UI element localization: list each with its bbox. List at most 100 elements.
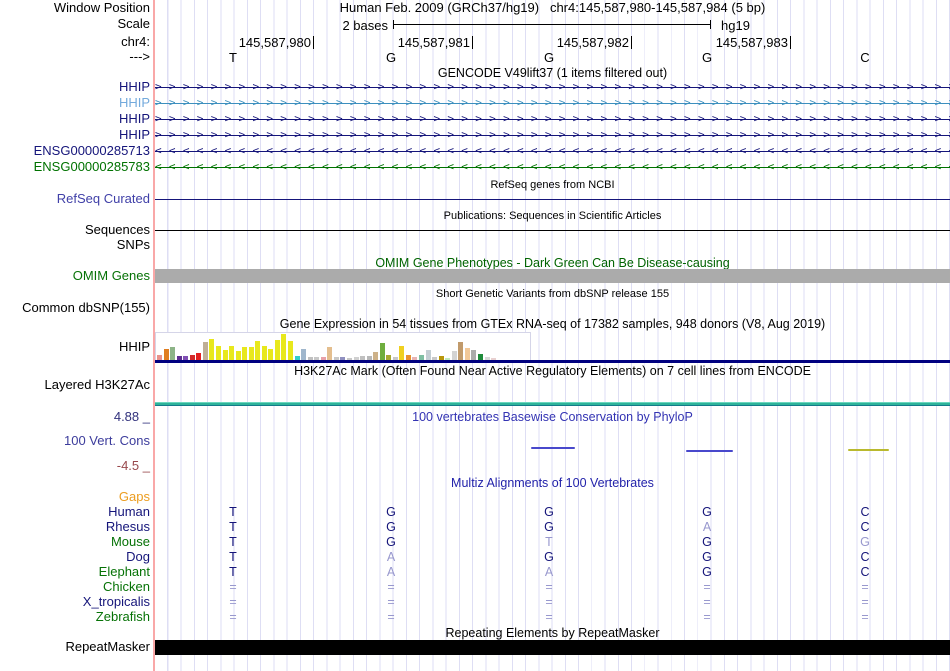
gtex-tissue-bar[interactable] [274,340,280,360]
transcript-direction-arrows[interactable]: <<<<<<<<<<<<<<<<<<<<<<<<<<<<<<<<<<<<<<<<… [155,143,950,159]
gtex-tissue-bar[interactable] [340,357,346,360]
gtex-tissue-bar[interactable] [438,356,444,360]
gencode-item-label[interactable]: HHIP [119,80,150,94]
gtex-tissue-bar[interactable] [412,357,418,360]
transcript-direction-arrows[interactable]: >>>>>>>>>>>>>>>>>>>>>>>>>>>>>>>>>>>>>>>>… [155,79,950,95]
refseq-curated-label[interactable]: RefSeq Curated [57,192,150,206]
gtex-tissue-bar[interactable] [189,355,195,360]
gtex-tissue-bar[interactable] [215,346,221,360]
gtex-tissue-bar[interactable] [176,356,182,360]
gtex-tissue-bar[interactable] [373,352,379,360]
gtex-tissue-bar[interactable] [301,349,307,360]
gencode-item-label[interactable]: HHIP [119,112,150,126]
gtex-tissue-bar[interactable] [163,349,169,360]
gtex-tissue-bar[interactable] [288,341,293,360]
gtex-tissue-bar[interactable] [392,357,398,360]
gencode-item-label[interactable]: ENSG00000285713 [34,144,150,158]
multiz-aligned-base: G [544,505,554,519]
gtex-tissue-bar[interactable] [170,347,176,360]
multiz-species-label[interactable]: Chicken [103,580,150,594]
multiz-species-label[interactable]: Human [108,505,150,519]
gtex-tissue-bar[interactable] [229,346,235,360]
gtex-tissue-bar[interactable] [333,357,339,360]
gtex-tissue-bar[interactable] [242,347,248,360]
gtex-tissue-bar[interactable] [255,341,261,360]
gtex-tissue-bar[interactable] [405,355,411,360]
multiz-species-label[interactable]: Dog [126,550,150,564]
common-dbsnp-label[interactable]: Common dbSNP(155) [22,301,150,315]
gtex-tissue-bar[interactable] [222,350,228,360]
position-tick-mark [472,36,473,49]
gtex-tissue-bar[interactable] [360,356,366,360]
transcript-direction-arrows[interactable]: >>>>>>>>>>>>>>>>>>>>>>>>>>>>>>>>>>>>>>>>… [155,111,950,127]
multiz-species-label[interactable]: Elephant [99,565,150,579]
multiz-species-label[interactable]: Zebrafish [96,610,150,624]
gencode-item-label[interactable]: HHIP [119,128,150,142]
multiz-species-label[interactable]: Mouse [111,535,150,549]
multiz-aligned-base: C [860,505,870,519]
gtex-tissue-bar[interactable] [451,351,457,360]
omim-genes-label[interactable]: OMIM Genes [73,269,150,283]
gtex-tissue-bar[interactable] [202,342,208,360]
transcript-direction-arrows[interactable]: >>>>>>>>>>>>>>>>>>>>>>>>>>>>>>>>>>>>>>>>… [155,95,950,111]
gtex-tissue-bar[interactable] [235,351,241,360]
repeatmasker-label[interactable]: RepeatMasker [65,640,150,654]
gtex-tissue-bar[interactable] [196,353,202,360]
gtex-tissue-bar[interactable] [281,334,287,360]
multiz-species-label[interactable]: Rhesus [106,520,150,534]
gtex-tissue-bar[interactable] [477,354,483,360]
phylop-min-value: -4.5 _ [116,458,150,473]
publications-sequences-label[interactable]: Sequences [85,223,150,237]
gtex-tissue-bar[interactable] [379,343,385,360]
position-tick-label: 145,587,980 [238,35,311,50]
gtex-tissue-bar[interactable] [491,358,497,360]
publications-snps-label[interactable]: SNPs [117,238,150,252]
gtex-tissue-bar[interactable] [425,350,431,360]
layered-h3k27ac-label[interactable]: Layered H3K27Ac [44,378,150,392]
gtex-tissue-bar[interactable] [209,339,215,360]
gencode-item-label[interactable]: HHIP [119,96,150,110]
phylop-track-label[interactable]: 100 Vert. Cons [64,434,150,448]
gtex-tissue-bar[interactable] [327,347,333,360]
h3k27ac-signal-line[interactable] [155,402,950,406]
transcript-direction-arrows[interactable]: <<<<<<<<<<<<<<<<<<<<<<<<<<<<<<<<<<<<<<<<… [155,159,950,175]
transcript-direction-arrows[interactable]: >>>>>>>>>>>>>>>>>>>>>>>>>>>>>>>>>>>>>>>>… [155,127,950,143]
gtex-tissue-bar[interactable] [464,348,470,360]
gtex-tissue-bar[interactable] [366,356,372,360]
omim-gene-bar[interactable] [155,269,950,283]
gtex-tissue-bar[interactable] [294,356,300,360]
gencode-item-label[interactable]: ENSG00000285783 [34,160,150,174]
gtex-tissue-bar[interactable] [183,356,189,360]
gtex-tissue-bar[interactable] [314,357,320,360]
gtex-gene-label[interactable]: HHIP [119,340,150,354]
gtex-tissue-bar[interactable] [157,355,162,360]
genome-version-label: hg19 [721,18,750,33]
refseq-curated-item[interactable] [155,199,950,200]
gtex-tissue-bar[interactable] [399,346,405,360]
multiz-aligned-base: = [861,610,869,624]
scale-bases-text: 2 bases [342,18,388,33]
gtex-tissue-bar[interactable] [445,358,451,360]
sequence-base-letter: G [385,50,397,65]
gtex-tissue-bar[interactable] [471,350,477,360]
gtex-tissue-bar[interactable] [346,358,352,360]
gtex-tissue-bar[interactable] [484,357,490,360]
publications-sequences-item[interactable] [155,230,950,231]
gtex-tissue-bar[interactable] [261,346,267,360]
multiz-aligned-base: G [702,535,712,549]
gtex-tissue-bar[interactable] [432,357,438,360]
gtex-tissue-bar[interactable] [386,355,392,360]
multiz-species-label[interactable]: X_tropicalis [83,595,150,609]
dbsnp-track-title: Short Genetic Variants from dbSNP releas… [435,288,670,300]
multiz-aligned-base: = [387,595,395,609]
repeatmasker-element-bar[interactable] [155,640,950,655]
gtex-tissue-bar[interactable] [320,357,326,360]
gtex-tissue-bar[interactable] [268,349,274,360]
gtex-tissue-bar[interactable] [353,357,359,360]
gtex-tissue-bar[interactable] [419,355,424,360]
gtex-tissue-bar[interactable] [307,357,313,360]
sequence-base-letter: G [543,50,555,65]
multiz-gaps-label[interactable]: Gaps [119,490,150,504]
gtex-tissue-bar[interactable] [458,342,464,360]
gtex-tissue-bar[interactable] [248,347,254,360]
